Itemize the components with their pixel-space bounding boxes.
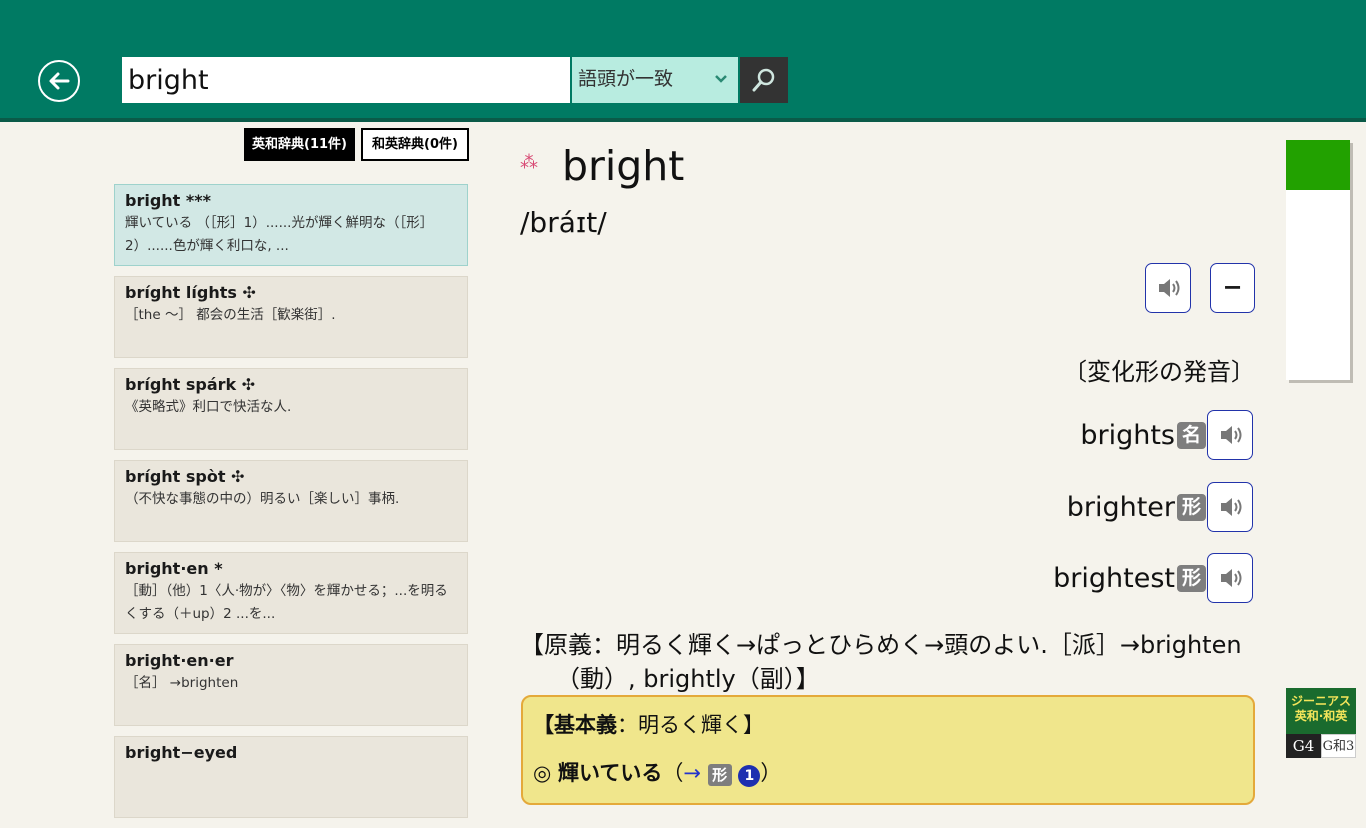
result-headword: bright *** bbox=[125, 191, 211, 210]
result-description: （不快な事態の中の）明るい［楽しい］事柄. bbox=[125, 491, 400, 507]
sense-paren-open: （ bbox=[662, 761, 684, 785]
inflection-word: brightest bbox=[1053, 562, 1175, 594]
logo-g3: G和3 bbox=[1321, 734, 1356, 758]
speaker-icon bbox=[1221, 426, 1242, 444]
result-item[interactable]: bright·en·er ［名］ →brighten bbox=[114, 644, 468, 726]
result-headword: bríght líghts ✣ bbox=[125, 283, 256, 302]
inflection-row: brightest 形 bbox=[1053, 553, 1206, 603]
sense-marker: ◎ bbox=[533, 761, 552, 785]
speaker-icon bbox=[1221, 498, 1242, 516]
scroll-indicator[interactable] bbox=[1286, 140, 1350, 380]
match-mode-select[interactable]: 語頭が一致 bbox=[572, 57, 738, 103]
entry-headword: bright bbox=[562, 142, 685, 190]
sense-number: 1 bbox=[738, 765, 761, 787]
result-list: bright *** 輝いている （［形］1）......光が輝く鮮明な（［形］… bbox=[114, 184, 468, 828]
search-input[interactable] bbox=[122, 57, 570, 103]
sense-link-arrow[interactable]: → bbox=[683, 761, 701, 785]
play-pronunciation-button[interactable] bbox=[1145, 263, 1191, 313]
match-mode-label: 語頭が一致 bbox=[578, 68, 674, 90]
result-headword: bright·en·er bbox=[125, 651, 234, 670]
tab-english-japanese[interactable]: 英和辞典(11件) bbox=[244, 128, 355, 161]
header-divider bbox=[0, 118, 1366, 122]
result-item[interactable]: bríght spòt ✣ （不快な事態の中の）明るい［楽しい］事柄. bbox=[114, 460, 468, 542]
logo-line1: ジーニアス bbox=[1290, 694, 1351, 708]
basic-meaning-box: 【基本義：明るく輝く】 ◎ 輝いている（→ 形 1） bbox=[521, 695, 1255, 805]
inflection-word: brights bbox=[1080, 419, 1175, 451]
play-inflection-button[interactable] bbox=[1207, 482, 1253, 532]
inflection-row: brighter 形 bbox=[1067, 482, 1206, 532]
play-inflection-button[interactable] bbox=[1207, 410, 1253, 460]
basic-meaning-label: 【基本義 bbox=[533, 713, 617, 737]
pos-badge: 名 bbox=[1177, 421, 1206, 449]
result-description: ［名］ →brighten bbox=[125, 675, 239, 691]
result-item[interactable]: bright *** 輝いている （［形］1）......光が輝く鮮明な（［形］… bbox=[114, 184, 468, 266]
search-button[interactable] bbox=[740, 57, 788, 103]
speaker-icon bbox=[1221, 569, 1242, 587]
collapse-button[interactable]: − bbox=[1210, 263, 1255, 313]
speaker-icon bbox=[1159, 279, 1180, 297]
result-headword: bríght spárk ✣ bbox=[125, 375, 256, 394]
result-description: ［動］（他）1〈人·物が〉〈物〉を輝かせる；...を明るくする（＋up）2 ..… bbox=[125, 583, 448, 622]
play-inflection-button[interactable] bbox=[1207, 553, 1253, 603]
result-item[interactable]: bríght spárk ✣ 《英略式》利口で快活な人. bbox=[114, 368, 468, 450]
inflection-row: brights 名 bbox=[1080, 410, 1206, 460]
logo-g4: G4 bbox=[1286, 734, 1321, 758]
arrow-left-icon bbox=[49, 72, 70, 90]
etymology-text: 【原義：明るく輝く→ぱっとひらめく→頭のよい.［派］→brighten（動）, … bbox=[520, 631, 1242, 693]
chevron-down-icon bbox=[715, 75, 727, 83]
result-item[interactable]: bríght líghts ✣ ［the ～］ 都会の生活［歓楽街］. bbox=[114, 276, 468, 358]
result-headword: bright−eyed bbox=[125, 743, 238, 762]
pos-badge: 形 bbox=[1177, 493, 1206, 521]
sense-line: ◎ 輝いている（→ 形 1） bbox=[533, 757, 1243, 787]
entry-pronunciation: /bráɪt/ bbox=[520, 206, 607, 239]
logo-title: ジーニアス 英和·和英 bbox=[1286, 688, 1356, 734]
importance-mark-icon: ⁂ bbox=[520, 152, 538, 173]
result-description: ［the ～］ 都会の生活［歓楽街］. bbox=[125, 307, 336, 323]
sense-text: 輝いている bbox=[558, 761, 663, 785]
inflection-title: 〔変化形の発音〕 bbox=[1063, 358, 1255, 386]
scroll-thumb[interactable] bbox=[1286, 140, 1350, 190]
result-description: 《英略式》利口で快活な人. bbox=[125, 399, 292, 415]
result-headword: bright·en * bbox=[125, 559, 223, 578]
result-item[interactable]: bright·en * ［動］（他）1〈人·物が〉〈物〉を輝かせる；...を明る… bbox=[114, 552, 468, 634]
tab-japanese-english[interactable]: 和英辞典(0件) bbox=[361, 128, 469, 161]
back-button[interactable] bbox=[38, 60, 80, 102]
inflection-word: brighter bbox=[1066, 491, 1175, 523]
search-icon bbox=[752, 68, 775, 92]
result-headword: bríght spòt ✣ bbox=[125, 467, 245, 486]
result-description: 輝いている （［形］1）......光が輝く鮮明な（［形］2）......色が輝… bbox=[125, 215, 434, 254]
genius-dictionary-logo: ジーニアス 英和·和英 G4 G和3 bbox=[1286, 688, 1356, 758]
logo-line2: 英和·和英 bbox=[1294, 709, 1348, 723]
pos-badge: 形 bbox=[1177, 564, 1206, 592]
pos-badge: 形 bbox=[707, 764, 732, 786]
result-item[interactable]: bright−eyed bbox=[114, 736, 468, 818]
basic-meaning-text: ：明るく輝く】 bbox=[617, 713, 764, 737]
sense-paren-close: ） bbox=[760, 761, 782, 785]
